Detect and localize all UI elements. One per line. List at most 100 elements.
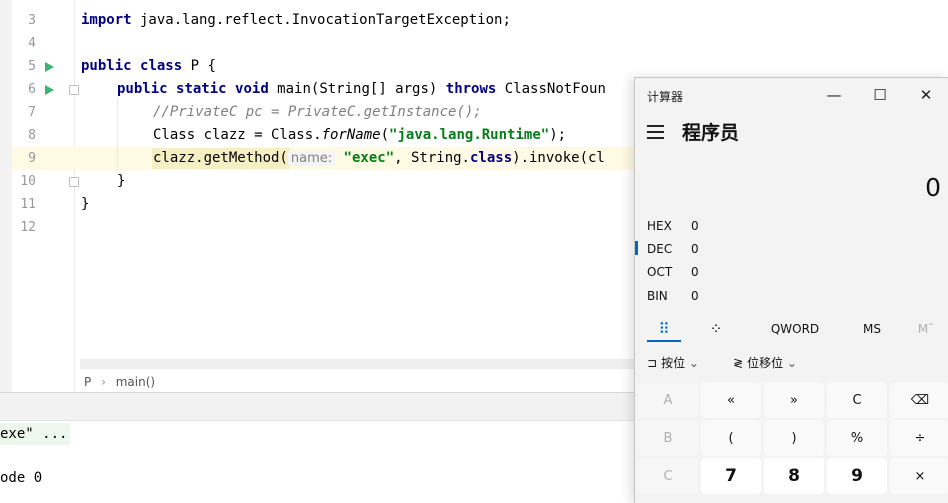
keyword: void xyxy=(235,81,269,97)
fold-icon[interactable] xyxy=(69,177,79,187)
line-number: 5 xyxy=(28,59,36,74)
key-divide[interactable]: ÷ xyxy=(890,420,948,456)
console-output-line: ode 0 xyxy=(0,470,43,486)
code-line-10[interactable]: } xyxy=(117,170,125,193)
key-8[interactable]: 8 xyxy=(764,458,824,494)
line-number: 6 xyxy=(28,82,36,97)
bitwise-dropdown[interactable]: ⊐ 按位 ⌄ xyxy=(647,350,699,376)
run-class-icon[interactable] xyxy=(45,62,54,72)
code-line-11[interactable]: } xyxy=(81,193,89,216)
word-size-button[interactable]: QWORD xyxy=(765,316,825,342)
memory-button[interactable]: M˜ xyxy=(911,316,941,342)
memory-store-button[interactable]: MS xyxy=(857,316,887,342)
keyword: import xyxy=(81,12,132,28)
keyword: class xyxy=(469,150,513,166)
keypad: A « » C ⌫ B ( ) % ÷ C 7 8 9 × xyxy=(638,382,948,503)
full-keypad-icon[interactable]: ⠿ xyxy=(647,316,681,342)
code-line-3[interactable]: import java.lang.reflect.InvocationTarge… xyxy=(81,9,511,32)
breadcrumb: P › main() xyxy=(74,371,634,393)
key-b[interactable]: B xyxy=(638,420,698,456)
base-value: 0 xyxy=(691,289,699,303)
breadcrumb-class[interactable]: P xyxy=(84,371,91,393)
keyword: public xyxy=(81,58,132,74)
code-line-8[interactable]: Class clazz = Class.forName("java.lang.R… xyxy=(153,124,566,147)
horizontal-scrollbar[interactable] xyxy=(80,359,634,369)
key-7[interactable]: 7 xyxy=(701,458,761,494)
base-label: DEC xyxy=(647,242,673,256)
key-close-paren[interactable]: ) xyxy=(764,420,824,456)
close-button[interactable]: ✕ xyxy=(903,78,948,112)
run-main-icon[interactable] xyxy=(45,85,54,95)
base-row-oct[interactable]: OCT 0 xyxy=(635,262,835,284)
calculator-window: 计算器 — ☐ ✕ 程序员 0 HEX 0 DEC 0 OCT 0 BIN 0 ⠿ ⁘ … xyxy=(634,77,948,503)
fold-icon[interactable] xyxy=(69,85,79,95)
keypad-tabs: ⠿ ⁘ QWORD MS M˜ xyxy=(635,316,948,342)
key-c[interactable]: C xyxy=(638,458,698,494)
breadcrumb-method[interactable]: main() xyxy=(116,371,155,393)
active-tab-underline xyxy=(647,340,681,342)
base-row-bin[interactable]: BIN 0 xyxy=(635,286,835,308)
method-name: forName xyxy=(321,127,381,143)
window-title: 计算器 xyxy=(647,90,684,104)
result-display: 0 xyxy=(925,173,941,202)
key-multiply[interactable]: × xyxy=(890,458,948,494)
bitwise-toolbar: ⊐ 按位 ⌄ ≷ 位移位 ⌄ xyxy=(635,350,948,376)
base-row-hex[interactable]: HEX 0 xyxy=(635,216,835,238)
code-line-9[interactable]: clazz.getMethod(name: "exec", String.cla… xyxy=(153,147,605,170)
line-number: 3 xyxy=(28,13,36,28)
closing-brace: } xyxy=(81,196,90,212)
bit-toggle-keypad-icon[interactable]: ⁘ xyxy=(701,316,731,342)
chevron-down-icon: ⌄ xyxy=(786,356,797,370)
key-left-shift[interactable]: « xyxy=(701,382,761,418)
base-value: 0 xyxy=(691,265,699,279)
code-line-7-comment[interactable]: //PrivateC pc = PrivateC.getInstance(); xyxy=(153,101,482,124)
code-text: P { xyxy=(182,58,216,74)
console-toolbar xyxy=(0,393,634,421)
dropdown-label: 位移位 xyxy=(747,356,784,370)
keyword: static xyxy=(176,81,227,97)
code-text: ( xyxy=(380,127,390,143)
chevron-right-icon: › xyxy=(101,375,106,389)
line-number: 4 xyxy=(28,36,36,51)
base-row-dec[interactable]: DEC 0 xyxy=(635,239,835,261)
maximize-button[interactable]: ☐ xyxy=(857,78,903,112)
base-value: 0 xyxy=(691,219,699,233)
key-modulo[interactable]: % xyxy=(827,420,887,456)
console-output-line: exe" ... xyxy=(0,423,71,445)
key-9[interactable]: 9 xyxy=(827,458,887,494)
code-text: , String. xyxy=(394,150,470,166)
parameter-hint: name: xyxy=(287,151,336,166)
base-label: OCT xyxy=(647,265,673,279)
key-a[interactable]: A xyxy=(638,382,698,418)
code-text: ClassNotFoun xyxy=(496,81,606,97)
minimize-button[interactable]: — xyxy=(811,78,857,112)
comment-text: (); xyxy=(456,104,482,120)
logic-gate-icon: ⊐ xyxy=(647,356,658,370)
title-bar[interactable]: 计算器 — ☐ ✕ xyxy=(635,78,948,112)
line-number: 7 xyxy=(28,105,36,120)
key-right-shift[interactable]: » xyxy=(764,382,824,418)
line-number: 10 xyxy=(20,174,36,189)
line-number: 9 xyxy=(28,151,36,166)
code-text: java.lang.reflect.InvocationTargetExcept… xyxy=(131,12,511,28)
keyword: throws xyxy=(445,81,497,97)
key-open-paren[interactable]: ( xyxy=(701,420,761,456)
code-text: clazz.getMethod( xyxy=(153,150,288,166)
comment-text: getInstance xyxy=(363,104,457,120)
base-label: BIN xyxy=(647,289,668,303)
hamburger-menu-icon[interactable] xyxy=(647,125,664,139)
code-line-6[interactable]: public static void main(String[] args) t… xyxy=(117,78,606,101)
dropdown-label: 按位 xyxy=(661,356,686,370)
code-text: Class clazz = Class. xyxy=(153,127,322,143)
line-number: 12 xyxy=(20,220,36,235)
closing-brace: } xyxy=(117,173,126,189)
key-clear[interactable]: C xyxy=(827,382,887,418)
code-text: ).invoke(cl xyxy=(512,150,605,166)
mode-title: 程序员 xyxy=(682,122,740,144)
keyword: class xyxy=(140,58,183,74)
backspace-button[interactable]: ⌫ xyxy=(890,382,948,418)
string-literal: "java.lang.Runtime" xyxy=(389,127,550,143)
base-value: 0 xyxy=(691,242,699,256)
bitshift-dropdown[interactable]: ≷ 位移位 ⌄ xyxy=(733,350,797,376)
code-line-5[interactable]: public class P { xyxy=(81,55,216,78)
